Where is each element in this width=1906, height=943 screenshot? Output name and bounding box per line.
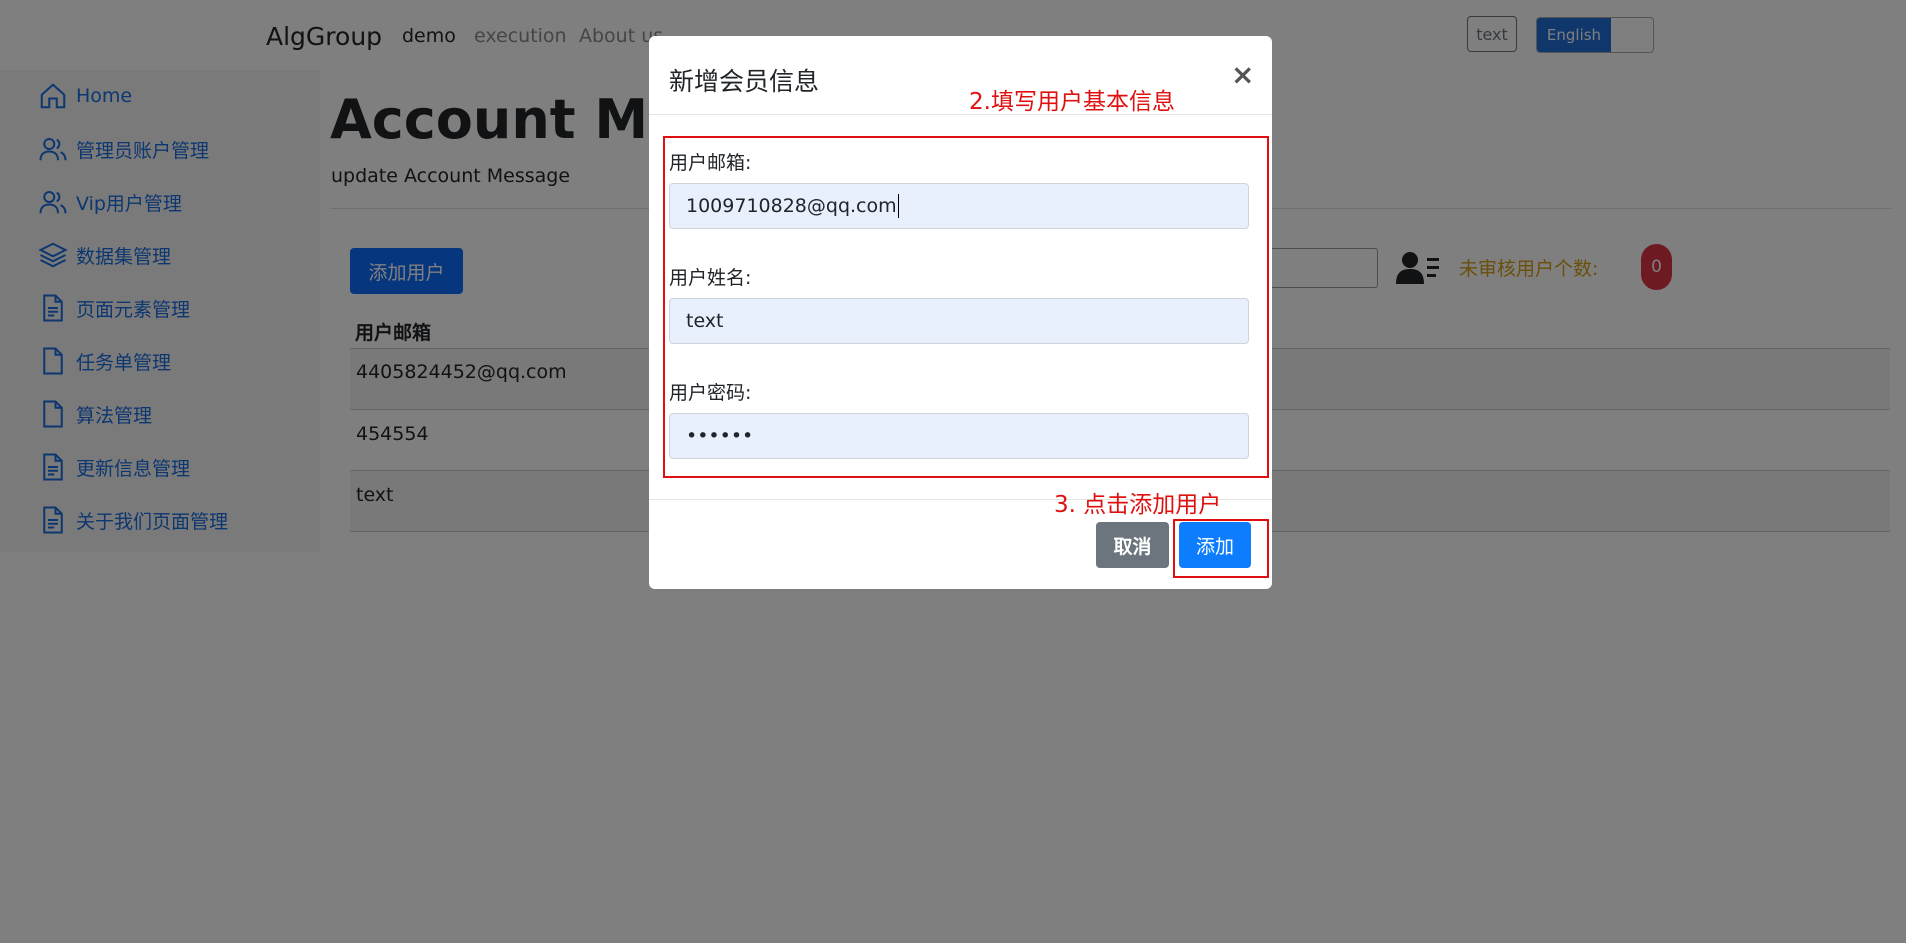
modal-title: 新增会员信息: [669, 67, 820, 96]
annotation-step-3: 3. 点击添加用户: [1054, 492, 1222, 518]
cancel-button[interactable]: 取消: [1096, 522, 1169, 568]
close-icon[interactable]: ×: [1231, 58, 1254, 91]
annotation-button-box: [1173, 519, 1269, 578]
modal-header-divider: [649, 114, 1272, 115]
annotation-step-2: 2.填写用户基本信息: [969, 89, 1175, 115]
annotation-form-box: [663, 136, 1269, 478]
